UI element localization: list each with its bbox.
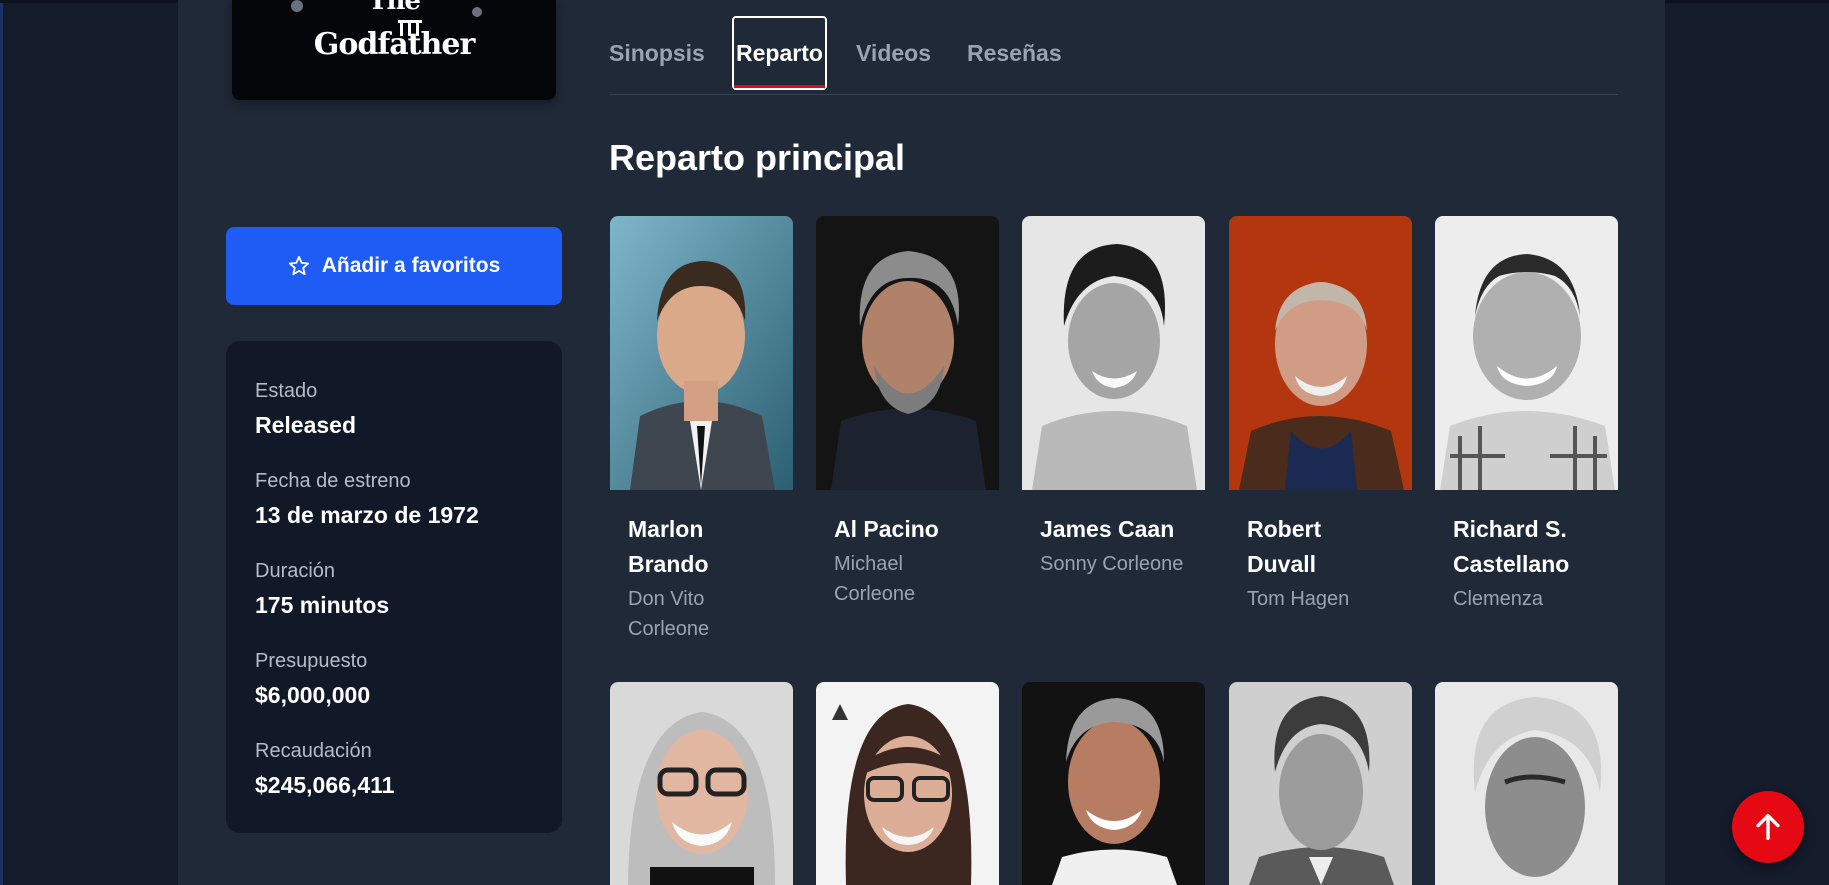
actor-photo	[610, 216, 793, 490]
actor-photo	[1022, 216, 1205, 490]
cast-card[interactable]	[610, 682, 793, 885]
info-label: Duración	[255, 560, 336, 582]
character-name: Don Vito Corleone	[628, 588, 710, 640]
character-name: Clemenza	[1453, 588, 1544, 610]
actor-name: Richard S. Castellano	[1453, 516, 1570, 577]
cast-card[interactable]	[1435, 682, 1618, 885]
tab-videos[interactable]: Videos	[856, 16, 931, 90]
scroll-to-top-button[interactable]	[1732, 791, 1804, 863]
character-name: Sonny Corleone	[1040, 553, 1184, 575]
tab-label: Sinopsis	[609, 39, 705, 66]
info-release-date: Fecha de estreno 13 de marzo de 1972	[255, 469, 479, 529]
poster-title-line1: The	[368, 0, 421, 16]
poster-title-line2: Godfather	[313, 27, 476, 62]
actor-photo	[816, 216, 999, 490]
actor-photo	[1435, 682, 1618, 885]
cast-card[interactable]	[816, 682, 999, 885]
cast-card[interactable]: Marlon Brando Don Vito Corleone	[610, 216, 793, 644]
actor-photo	[1022, 682, 1205, 885]
info-label: Fecha de estreno	[255, 470, 411, 492]
actor-name: Al Pacino	[834, 516, 939, 542]
tab-reparto[interactable]: Reparto	[732, 16, 827, 90]
actor-name: Robert Duvall	[1247, 516, 1322, 577]
actor-photo	[1229, 682, 1412, 885]
add-to-favorites-label: Añadir a favoritos	[321, 254, 501, 277]
cast-card[interactable]: Robert Duvall Tom Hagen	[1229, 216, 1412, 614]
character-name: Michael Corleone	[834, 553, 916, 605]
info-budget: Presupuesto $6,000,000	[255, 649, 370, 709]
info-value: $245,066,411	[255, 772, 395, 798]
star-icon	[288, 255, 309, 276]
tab-label: Videos	[856, 39, 931, 66]
info-duration: Duración 175 minutos	[255, 559, 389, 619]
actor-photo	[816, 682, 999, 885]
tab-label: Reparto	[736, 39, 823, 66]
cast-card[interactable]	[1022, 682, 1205, 885]
info-revenue: Recaudación $245,066,411	[255, 739, 394, 799]
arrow-up-icon	[1756, 813, 1780, 841]
info-label: Estado	[255, 380, 318, 402]
tab-resenas[interactable]: Reseñas	[967, 16, 1062, 90]
info-value: $6,000,000	[255, 682, 371, 708]
info-label: Recaudación	[255, 740, 372, 762]
info-label: Presupuesto	[255, 650, 368, 672]
section-title: Reparto principal	[609, 137, 906, 178]
add-to-favorites-button[interactable]: Añadir a favoritos	[226, 227, 562, 305]
actor-photo	[1435, 216, 1618, 490]
cast-card[interactable]	[1229, 682, 1412, 885]
page-edge	[0, 0, 3, 885]
actor-name: James Caan	[1040, 516, 1175, 542]
movie-info-card: Estado Released Fecha de estreno 13 de m…	[226, 341, 562, 833]
info-status: Estado Released	[255, 379, 356, 439]
active-tab-indicator	[734, 85, 825, 88]
info-value: 13 de marzo de 1972	[255, 502, 479, 528]
actor-photo	[1229, 216, 1412, 490]
character-name: Tom Hagen	[1247, 588, 1350, 610]
movie-tabs: Sinopsis Reparto Videos Reseñas	[609, 16, 1618, 95]
info-value: Released	[255, 412, 357, 438]
tab-label: Reseñas	[967, 39, 1062, 66]
movie-poster: The Godfather	[232, 0, 556, 100]
cast-card[interactable]: Richard S. Castellano Clemenza	[1435, 216, 1618, 614]
cast-card[interactable]: Al Pacino Michael Corleone	[816, 216, 999, 609]
tab-sinopsis[interactable]: Sinopsis	[609, 16, 705, 90]
info-value: 175 minutos	[255, 592, 390, 618]
actor-photo	[610, 682, 793, 885]
cast-card[interactable]: James Caan Sonny Corleone	[1022, 216, 1205, 579]
actor-name: Marlon Brando	[628, 516, 709, 577]
